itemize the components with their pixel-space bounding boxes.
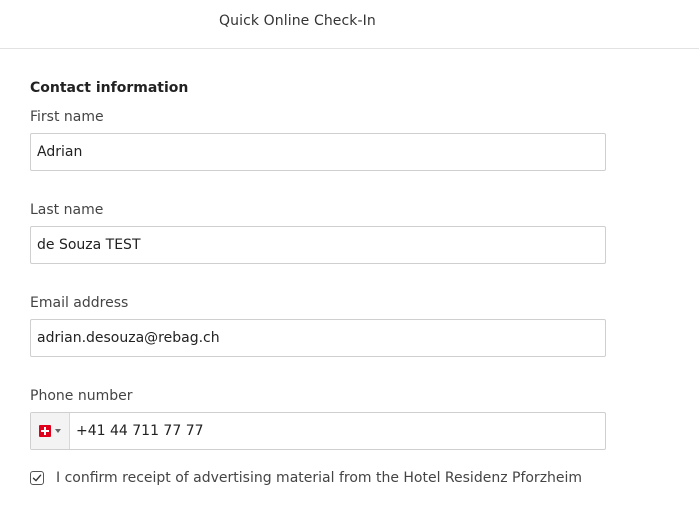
contact-section-title: Contact information	[30, 80, 189, 96]
consent-checkbox[interactable]	[30, 471, 44, 485]
page-title: Quick Online Check-In	[219, 13, 376, 29]
country-code-select[interactable]	[31, 413, 70, 449]
check-icon	[32, 474, 42, 482]
first-name-input[interactable]	[30, 133, 606, 171]
advertising-consent[interactable]: I confirm receipt of advertising materia…	[30, 470, 582, 486]
swiss-flag-icon	[39, 425, 51, 437]
last-name-input[interactable]	[30, 226, 606, 264]
phone-input[interactable]	[70, 413, 605, 449]
email-input[interactable]	[30, 319, 606, 357]
page-header: Quick Online Check-In	[0, 0, 699, 49]
first-name-label: First name	[30, 109, 104, 125]
consent-label: I confirm receipt of advertising materia…	[56, 470, 583, 486]
caret-down-icon	[55, 429, 61, 433]
phone-field	[30, 412, 606, 450]
phone-label: Phone number	[30, 388, 133, 404]
email-label: Email address	[30, 295, 129, 311]
last-name-label: Last name	[30, 202, 104, 218]
